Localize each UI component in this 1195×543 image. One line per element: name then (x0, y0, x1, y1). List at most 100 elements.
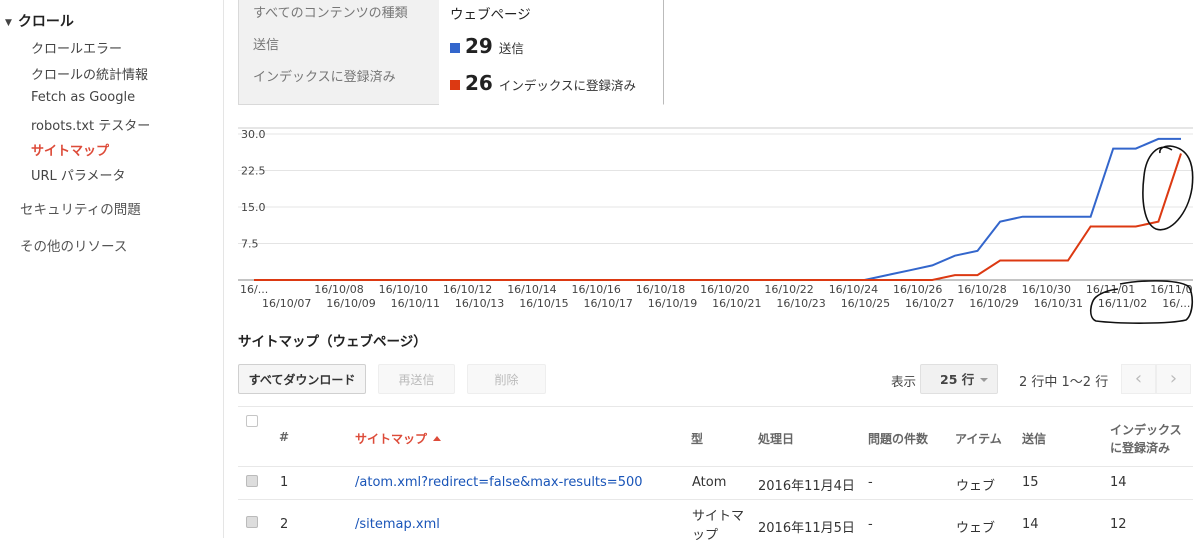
x-tick-label: 16/10/13 (455, 297, 504, 310)
header-submitted[interactable]: 送信 (1022, 430, 1046, 447)
row-submitted: 15 (1022, 475, 1039, 490)
x-tick-label: 16/10/15 (519, 297, 568, 310)
header-processed-date[interactable]: 処理日 (758, 430, 794, 447)
submitted-count: 29 (465, 34, 493, 58)
sidebar-section-label: クロール (17, 14, 74, 30)
row-checkbox[interactable] (246, 475, 258, 487)
row-items: ウェブ (956, 479, 996, 494)
x-tick-label: 16/10/11 (391, 297, 440, 310)
rows-per-page-value: 25 行 (940, 372, 975, 387)
row-type: Atom (692, 475, 727, 490)
row-indexed: 12 (1110, 517, 1127, 532)
row-divider (238, 499, 1193, 500)
table-header-divider (238, 466, 1193, 467)
sidebar-item-crawl-stats[interactable]: クロールの統計情報 (31, 64, 148, 83)
y-tick-label: 7.5 (241, 238, 259, 251)
x-tick-label: 16/11/01 (1086, 283, 1135, 296)
row-issues: - (868, 475, 873, 490)
row-processed-date: 2016年11月5日 (758, 521, 855, 536)
sidebar-item-robots-tester[interactable]: robots.txt テスター (31, 115, 150, 134)
row-checkbox[interactable] (246, 516, 258, 528)
x-tick-label: 16/10/27 (905, 297, 954, 310)
submitted-label: 送信 (498, 41, 524, 56)
x-tick-label: 16/10/22 (764, 283, 813, 296)
delete-button[interactable]: 削除 (467, 364, 546, 394)
rows-per-page-select[interactable]: 25 行 (920, 364, 998, 394)
sidebar-item-crawl-errors[interactable]: クロールエラー (31, 38, 122, 57)
select-all-checkbox[interactable] (246, 415, 258, 427)
y-tick-label: 22.5 (241, 165, 266, 178)
option-submitted[interactable]: 送信 (253, 34, 279, 53)
indexed-legend-square-icon (450, 80, 460, 90)
x-tick-label: 16/10/30 (1022, 283, 1071, 296)
y-tick-label: 30.0 (241, 128, 266, 141)
row-submitted: 14 (1022, 517, 1039, 532)
x-tick-label: 16/10/21 (712, 297, 761, 310)
sidebar-item-security-issues[interactable]: セキュリティの問題 (20, 198, 141, 218)
row-processed-date: 2016年11月4日 (758, 479, 855, 494)
row-number: 1 (280, 475, 289, 490)
row-indexed: 14 (1110, 475, 1127, 490)
table-top-divider (238, 406, 1193, 407)
x-tick-label: 16/10/09 (326, 297, 375, 310)
x-tick-label: 16/10/14 (507, 283, 556, 296)
header-issues[interactable]: 問題の件数 (868, 430, 928, 447)
header-number: # (279, 430, 290, 444)
sidebar-item-url-parameters[interactable]: URL パラメータ (31, 165, 126, 184)
sitemaps-section-title: サイトマップ（ウェブページ） (238, 334, 427, 350)
x-tick-label: 16/10/26 (893, 283, 942, 296)
x-tick-label: 16/10/18 (636, 283, 685, 296)
x-tick-label: 16/... (240, 283, 268, 296)
sort-ascending-icon (433, 436, 442, 441)
header-indexed-line2[interactable]: に登録済み (1110, 439, 1170, 456)
next-page-button[interactable]: › (1156, 364, 1191, 394)
collapse-triangle-icon[interactable]: ▼ (5, 18, 12, 28)
pagination-range: 2 行中 1〜2 行 (1019, 375, 1109, 390)
header-sitemap[interactable]: サイトマップ (355, 430, 442, 447)
x-tick-label: 16/10/10 (379, 283, 428, 296)
dropdown-caret-icon (980, 378, 989, 382)
sidebar-section-crawl[interactable]: ▼ クロール (5, 11, 74, 31)
x-tick-label: 16/10/20 (700, 283, 749, 296)
x-tick-label: 16/... (1162, 297, 1190, 310)
x-tick-label: 16/10/25 (841, 297, 890, 310)
option-indexed[interactable]: インデックスに登録済み (253, 66, 396, 85)
option-all-content-types[interactable]: すべてのコンテンツの種類 (253, 2, 408, 21)
download-all-button[interactable]: すべてダウンロード (238, 364, 366, 394)
x-tick-label: 16/11/02 (1098, 297, 1147, 310)
x-tick-label: 16/10/16 (572, 283, 621, 296)
indexed-stat[interactable]: 26 インデックスに登録済み (450, 71, 636, 95)
sidebar-item-sitemaps[interactable]: サイトマップ (31, 140, 109, 159)
submitted-stat[interactable]: 29 送信 (450, 34, 524, 58)
sitemap-link[interactable]: /atom.xml?redirect=false&max-results=500 (355, 475, 643, 490)
sidebar-item-fetch-as-google[interactable]: Fetch as Google (31, 90, 135, 105)
row-issues: - (868, 517, 873, 532)
chevron-right-icon: › (1169, 368, 1178, 389)
x-tick-label: 16/10/17 (584, 297, 633, 310)
y-tick-label: 15.0 (241, 201, 266, 214)
x-tick-label: 16/10/08 (314, 283, 363, 296)
x-tick-label: 16/10/19 (648, 297, 697, 310)
resubmit-button[interactable]: 再送信 (378, 364, 455, 394)
row-type: サイトマ (692, 509, 745, 524)
x-tick-label: 16/10/28 (957, 283, 1006, 296)
web-pages-panel: ウェブページ 29 送信 26 インデックスに登録済み (439, 0, 664, 105)
header-items[interactable]: アイテム (955, 430, 1002, 447)
x-tick-label: 16/11/03 (1150, 283, 1193, 296)
row-number: 2 (280, 517, 289, 532)
sitemap-link[interactable]: /sitemap.xml (355, 517, 440, 532)
content-type-selector: すべてのコンテンツの種類 送信 インデックスに登録済み (238, 0, 440, 105)
row-type-continued: ップ (692, 528, 719, 543)
header-sitemap-label: サイトマップ (355, 432, 428, 446)
sidebar: ▼ クロール クロールエラー クロールの統計情報 Fetch as Google … (0, 0, 224, 538)
prev-page-button[interactable]: ‹ (1121, 364, 1156, 394)
header-type[interactable]: 型 (691, 430, 703, 447)
header-indexed-line1[interactable]: インデックス (1110, 421, 1182, 438)
sidebar-item-other-resources[interactable]: その他のリソース (20, 235, 127, 255)
x-tick-label: 16/10/23 (776, 297, 825, 310)
row-items: ウェブ (956, 521, 996, 536)
x-tick-label: 16/10/12 (443, 283, 492, 296)
submitted-legend-square-icon (450, 43, 460, 53)
x-tick-label: 16/10/07 (262, 297, 311, 310)
sitemap-line-chart: 30.022.515.07.516/... 16/10/08 16/10/10 16/… (238, 127, 1193, 310)
